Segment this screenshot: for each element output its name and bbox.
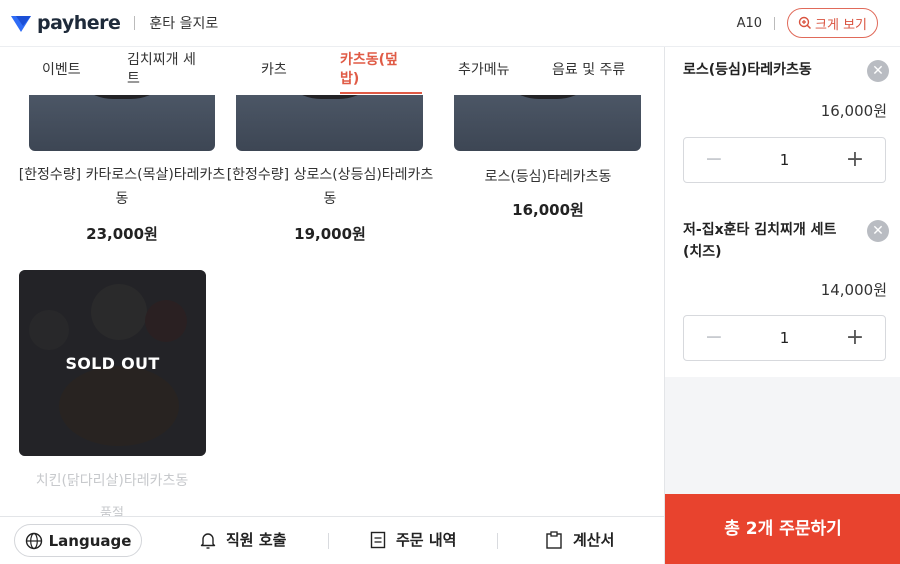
globe-icon: [25, 532, 42, 549]
menu-item-image-soldout[interactable]: SOLD OUT: [19, 270, 206, 456]
cart-item-price: 16,000원: [820, 102, 887, 120]
call-staff-button[interactable]: 직원 호출: [200, 529, 286, 550]
menu-item-name[interactable]: [한정수량] 상로스(상등심)타레카츠동: [222, 163, 438, 211]
minus-icon: −: [704, 325, 724, 350]
tab-extra-menu[interactable]: 추가메뉴: [458, 61, 510, 80]
receipt-icon: [370, 531, 386, 548]
zoom-in-icon: [798, 16, 812, 30]
cart-item-price: 14,000원: [820, 281, 887, 299]
quantity-stepper: − 1 +: [683, 137, 886, 183]
menu-item-image[interactable]: [454, 95, 641, 151]
tab-katsu[interactable]: 카츠: [261, 61, 287, 80]
menu-item-image[interactable]: [29, 95, 215, 151]
zoom-button[interactable]: 크게 보기: [787, 8, 878, 38]
menu-item-name[interactable]: 치킨(닭다리살)타레카츠동: [4, 469, 220, 493]
tab-drinks[interactable]: 음료 및 주류: [552, 61, 625, 80]
plus-icon: +: [845, 325, 865, 350]
brand-logo: payhere: [10, 12, 121, 34]
table-number: A10: [736, 15, 763, 31]
brand-name: payhere: [37, 12, 121, 34]
bottom-bar: Language 직원 호출 주문 내역 계산서: [0, 516, 664, 564]
quantity-value: 1: [779, 151, 790, 169]
order-history-label: 주문 내역: [396, 531, 457, 549]
menu-item-status: 품절: [100, 506, 124, 516]
soldout-label: SOLD OUT: [65, 354, 160, 373]
divider: [774, 16, 776, 30]
menu-grid: [한정수량] 카타로스(목살)타레카츠동 23,000원 [한정수량] 상로스(…: [0, 95, 664, 516]
top-header: payhere 훈타 을지로 A10 크게 보기: [0, 0, 900, 47]
remove-item-button[interactable]: ✕: [867, 60, 889, 82]
language-label: Language: [48, 531, 132, 550]
menu-item-image[interactable]: [236, 95, 423, 151]
language-button[interactable]: Language: [14, 524, 142, 557]
zoom-label: 크게 보기: [815, 17, 867, 33]
menu-item-name[interactable]: 로스(등심)타레카츠동: [440, 165, 656, 189]
clipboard-icon: [546, 530, 562, 549]
menu-item-price: 16,000원: [512, 201, 584, 219]
remove-item-button[interactable]: ✕: [867, 220, 889, 242]
divider: [497, 533, 498, 549]
bill-button[interactable]: 계산서: [545, 529, 614, 550]
decrease-button[interactable]: −: [684, 138, 744, 182]
increase-button[interactable]: +: [825, 316, 885, 360]
divider: [328, 533, 329, 549]
increase-button[interactable]: +: [825, 138, 885, 182]
cart-item-name: 저-집x훈타 김치찌개 세트(치즈): [683, 222, 837, 260]
cart-item-name: 로스(등심)타레카츠동: [683, 62, 812, 78]
cart-item: 로스(등심)타레카츠동 ✕ 16,000원 − 1 +: [665, 47, 900, 207]
minus-icon: −: [704, 147, 724, 172]
menu-item-name[interactable]: [한정수량] 카타로스(목살)타레카츠동: [14, 163, 230, 211]
menu-item-price: 19,000원: [294, 225, 366, 243]
quantity-value: 1: [779, 329, 790, 347]
bill-label: 계산서: [573, 531, 615, 549]
store-name: 훈타 을지로: [149, 16, 219, 32]
tab-kimchi-set[interactable]: 김치찌개 세트: [127, 51, 207, 89]
cart-panel: 로스(등심)타레카츠동 ✕ 16,000원 − 1 + 저-집x훈타 김치찌개 …: [664, 47, 900, 564]
close-icon: ✕: [872, 223, 884, 239]
order-history-button[interactable]: 주문 내역: [370, 529, 456, 550]
decrease-button[interactable]: −: [684, 316, 744, 360]
call-staff-label: 직원 호출: [226, 531, 287, 549]
close-icon: ✕: [872, 63, 884, 79]
order-button[interactable]: 총 2개 주문하기: [665, 494, 900, 564]
category-tabs: 이벤트 김치찌개 세트 카츠 카츠동(덮밥) 추가메뉴 음료 및 주류: [0, 47, 664, 95]
payhere-logo-icon: [11, 16, 31, 32]
quantity-stepper: − 1 +: [683, 315, 886, 361]
tab-katsudon[interactable]: 카츠동(덮밥): [340, 51, 415, 89]
bell-icon: [200, 532, 216, 549]
divider: [134, 16, 136, 30]
active-tab-indicator: [340, 92, 422, 94]
menu-item-price: 23,000원: [86, 225, 158, 243]
plus-icon: +: [845, 147, 865, 172]
cart-item: 저-집x훈타 김치찌개 세트(치즈) ✕ 14,000원 − 1 +: [665, 207, 900, 377]
tab-event[interactable]: 이벤트: [42, 61, 81, 80]
